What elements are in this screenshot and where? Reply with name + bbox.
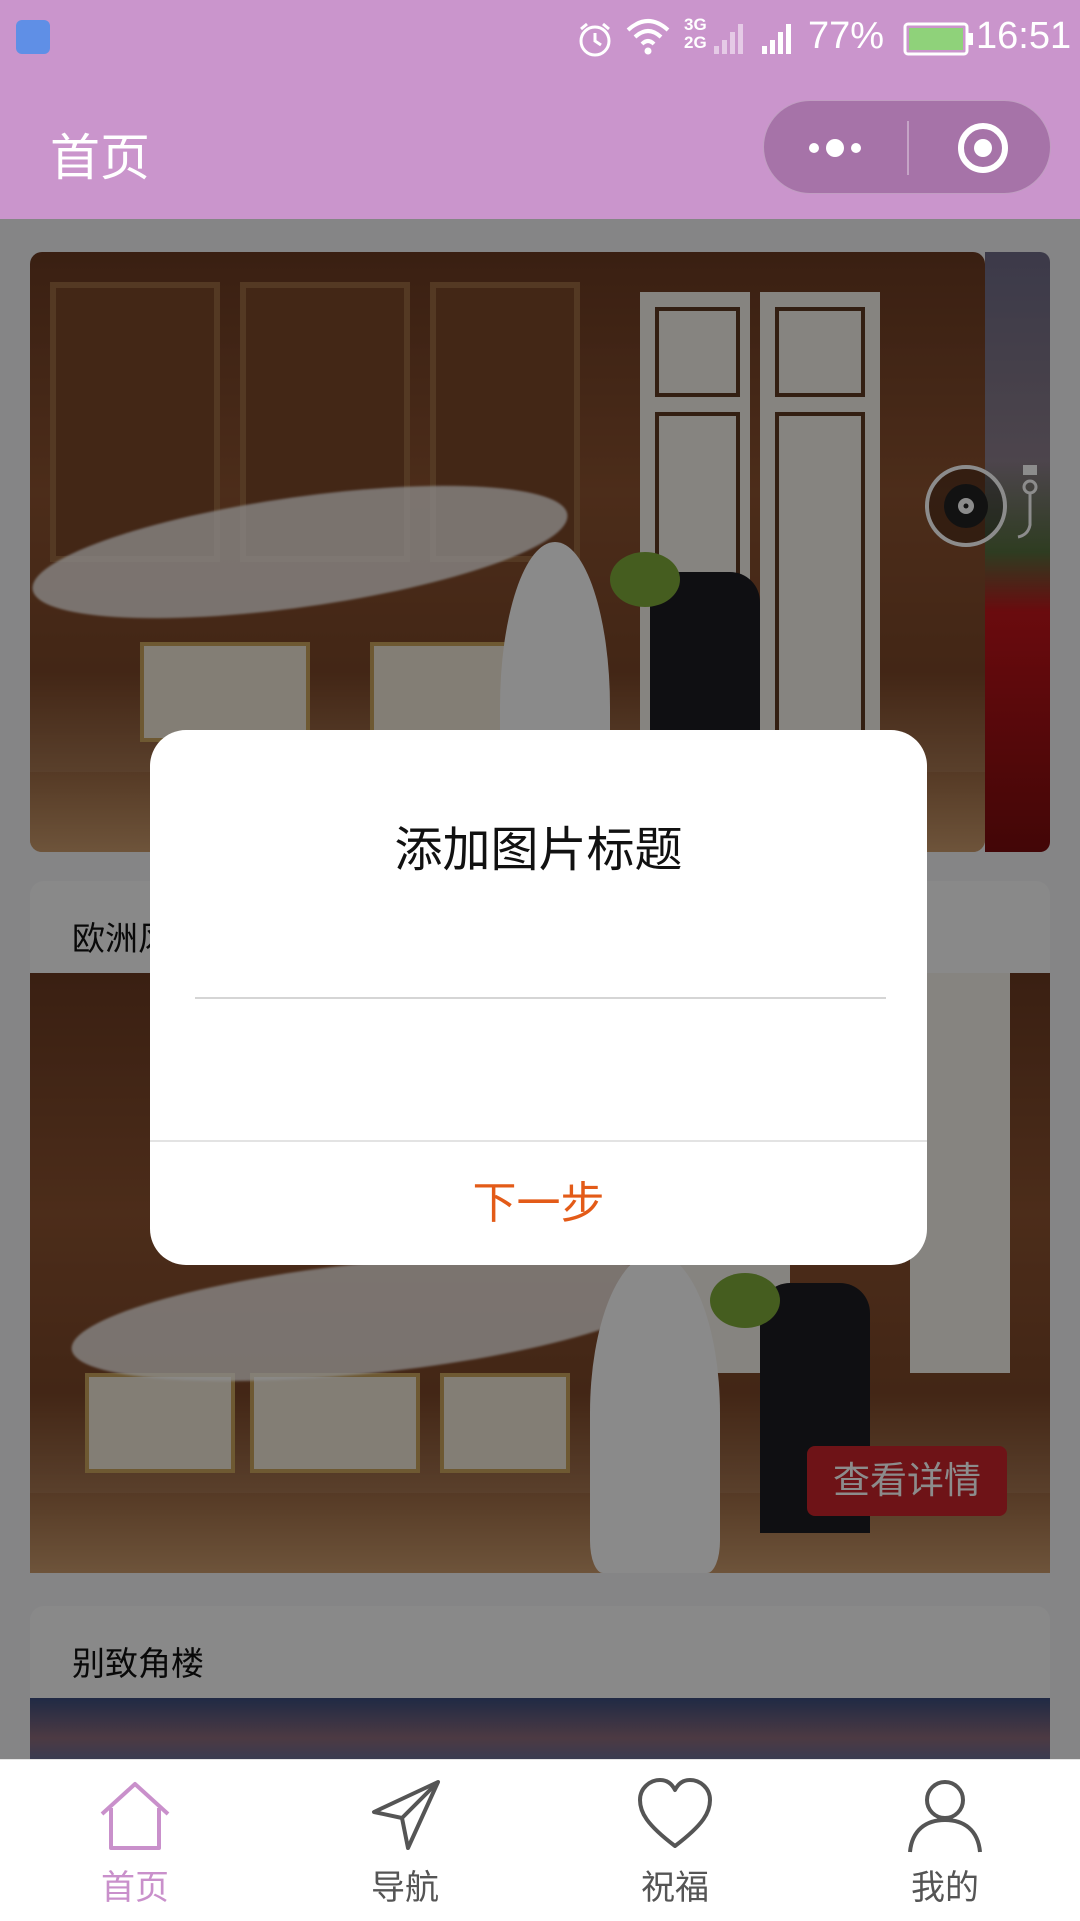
photo-title-input[interactable] <box>195 920 886 999</box>
user-icon <box>908 1780 982 1853</box>
add-title-dialog: 添加图片标题 下一步 <box>150 730 927 1265</box>
tab-home[interactable]: 首页 <box>0 1760 270 1921</box>
dialog-title: 添加图片标题 <box>394 822 683 878</box>
status-bar: 3G 2G 77% 16:51 <box>0 0 1080 78</box>
wifi-icon <box>626 19 670 55</box>
tab-label: 我的 <box>911 1868 979 1908</box>
clock: 16:51 <box>976 15 1072 57</box>
capsule-divider <box>907 121 909 175</box>
home-icon <box>100 1782 170 1850</box>
tab-profile[interactable]: 我的 <box>810 1760 1080 1921</box>
tab-label: 祝福 <box>641 1868 709 1908</box>
battery-icon <box>903 22 973 56</box>
network-type: 3G 2G <box>684 15 707 52</box>
more-icon[interactable] <box>804 131 866 165</box>
navigation-icon <box>372 1780 440 1850</box>
tab-label: 首页 <box>101 1868 169 1908</box>
close-miniprogram-icon[interactable] <box>956 121 1010 175</box>
page-title: 首页 <box>50 129 150 187</box>
alarm-icon <box>579 22 611 57</box>
signal-icon-sim1 <box>714 24 743 54</box>
signal-icon-sim2 <box>762 24 791 54</box>
tab-blessings[interactable]: 祝福 <box>540 1760 810 1921</box>
tab-label: 导航 <box>371 1868 439 1908</box>
nav-bar: 首页 <box>0 78 1080 219</box>
next-step-button[interactable]: 下一步 <box>150 1142 927 1265</box>
tab-navigation[interactable]: 导航 <box>270 1760 540 1921</box>
app-notification-icon <box>16 20 50 54</box>
miniprogram-capsule <box>763 100 1051 194</box>
heart-icon <box>638 1778 712 1848</box>
tab-bar: 首页 导航 祝福 我的 <box>0 1759 1080 1921</box>
battery-percent: 77% <box>808 15 885 57</box>
